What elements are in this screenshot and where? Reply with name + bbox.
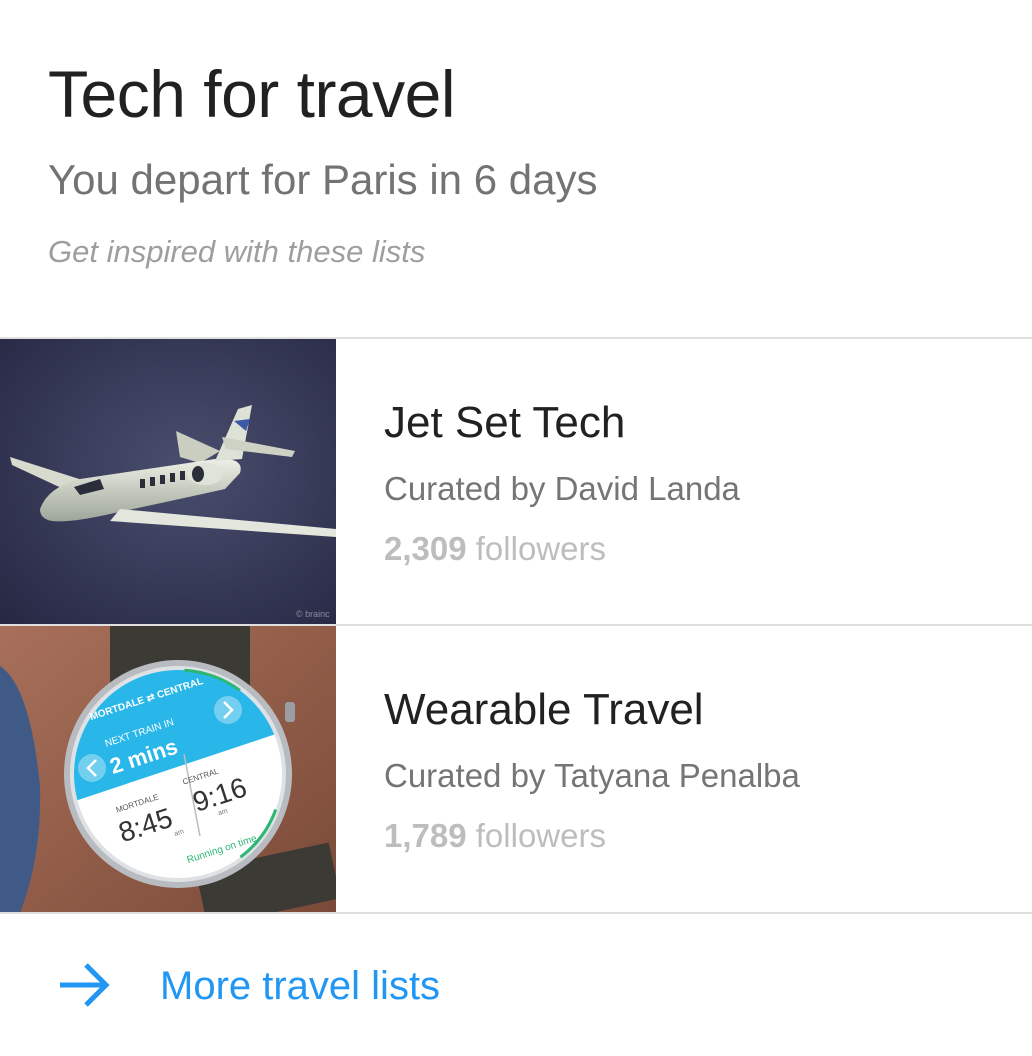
followers-count: 1,789 [384,817,467,854]
followers-label: followers [466,530,606,567]
list-title: Jet Set Tech [384,398,626,447]
list-title: Wearable Travel [384,685,704,734]
arrow-right-icon [60,963,110,1007]
list-followers: 2,309 followers [384,527,606,571]
more-travel-lists-link[interactable]: More travel lists [0,914,1032,1056]
card-hint: Get inspired with these lists [48,234,426,269]
list-item-wearable-travel[interactable]: MORTDALE ⇄ CENTRAL NEXT TRAIN IN 2 mins … [0,626,1032,913]
list-item-jet-set-tech[interactable]: © brainc Jet Set Tech Curated by David L… [0,339,1032,626]
followers-count: 2,309 [384,530,467,567]
jet-airplane-image: © brainc [0,339,336,626]
image-credit: © brainc [296,609,330,619]
card-title: Tech for travel [48,57,456,131]
more-travel-lists-label: More travel lists [160,964,441,1008]
list-curator: Curated by Tatyana Penalba [384,757,800,794]
smartwatch-image: MORTDALE ⇄ CENTRAL NEXT TRAIN IN 2 mins … [0,626,336,913]
followers-label: followers [466,817,606,854]
card-subtitle: You depart for Paris in 6 days [48,156,598,203]
list-curator: Curated by David Landa [384,470,740,507]
list-followers: 1,789 followers [384,814,606,858]
card-header: Tech for travel You depart for Paris in … [0,0,1032,337]
